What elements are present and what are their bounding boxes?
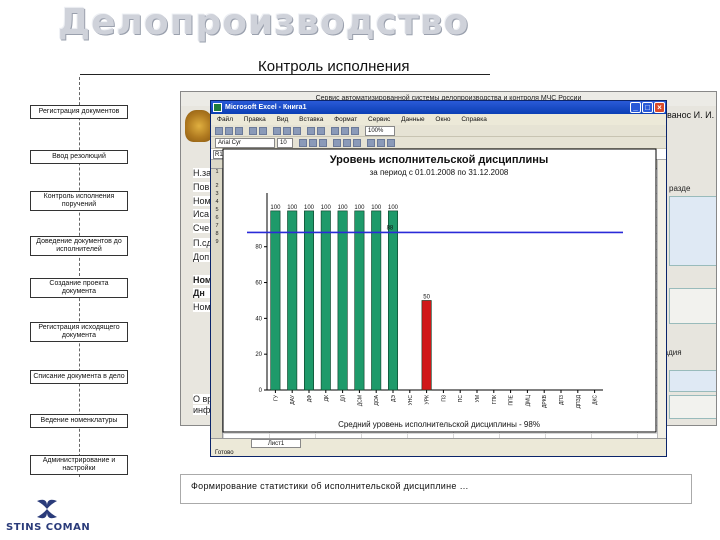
emblem-icon (185, 110, 213, 142)
flow-step-archive[interactable]: Списание документа в дело (30, 370, 128, 384)
chart-subtitle: за период с 01.01.2008 по 31.12.2008 (370, 168, 509, 177)
status-bar: Готово (211, 448, 666, 456)
app-right-box (669, 288, 716, 324)
app-right-list[interactable] (669, 370, 716, 392)
x-tick-label: УРК (425, 395, 431, 405)
chart-bar (354, 210, 365, 391)
app-side-item[interactable]: Ном (193, 275, 211, 285)
x-tick-label: УНС (408, 395, 414, 406)
chart-bar (320, 210, 331, 391)
flow-step-label: Администрирование и настройки (42, 457, 116, 472)
chart-title: Уровень исполнительской дисциплины (330, 154, 549, 166)
x-tick-label: ДОА (374, 394, 380, 405)
average-label: 88 (387, 225, 394, 231)
chart-bar (421, 300, 432, 391)
bar-data-label: 100 (270, 205, 281, 211)
chart-bar (387, 210, 399, 391)
bar-data-label: 100 (388, 205, 399, 211)
y-tick-label: 40 (255, 316, 262, 322)
bar-data-label: 100 (321, 205, 332, 211)
app-side-item[interactable]: инф (193, 405, 211, 415)
discipline-chart[interactable]: Уровень исполнительской дисциплины за пер… (211, 101, 658, 438)
app-right-item[interactable]: разде (669, 184, 690, 193)
x-tick-label: ДКС (593, 395, 599, 405)
x-tick-label: ДПЗ (559, 395, 565, 405)
app-side-item[interactable]: Ном (193, 196, 211, 206)
flow-step-registration[interactable]: Регистрация документов (30, 105, 128, 119)
flow-step-control[interactable]: Контроль исполнения поручений (30, 191, 128, 211)
x-tick-label: ГУ (273, 394, 279, 401)
flow-step-admin[interactable]: Администрирование и настройки (30, 455, 128, 475)
flow-step-label: Создание проекта документа (49, 280, 109, 295)
x-tick-label: ДК (324, 395, 330, 401)
app-right-list[interactable] (669, 196, 716, 266)
x-tick-label: ДАУ (290, 394, 296, 405)
y-tick-label: 20 (255, 352, 262, 358)
slide-title: Делопроизводство (58, 2, 470, 43)
x-tick-label: ППЕ (509, 394, 515, 405)
excel-window: Microsoft Excel - Книга1 _ □ × Файл Прав… (210, 100, 667, 457)
flow-step-label: Контроль исполнения поручений (43, 193, 115, 208)
logo-text: STINS COMAN (6, 522, 91, 533)
bar-data-label: 50 (423, 294, 430, 300)
x-tick-label: ПЗ (441, 395, 447, 402)
app-side-item[interactable]: Пов (193, 182, 211, 192)
flow-step-nomenclature[interactable]: Ведение номенклатуры (30, 414, 128, 428)
slide-subtitle: Контроль исполнения (258, 58, 410, 75)
x-tick-label: ПС (458, 395, 464, 403)
y-tick-label: 80 (255, 245, 262, 251)
chart-bar (371, 210, 382, 391)
x-tick-label: УМ (475, 395, 481, 402)
sheet-tabs: Лист1 (211, 438, 666, 448)
x-tick-label: ДЭ (391, 395, 397, 402)
sheet-tab-1[interactable]: Лист1 (251, 439, 301, 448)
bar-data-label: 100 (338, 205, 349, 211)
app-side-item[interactable]: Доп (193, 252, 211, 262)
app-side-item[interactable]: О вр (193, 394, 211, 404)
app-side-item[interactable]: Иса (193, 209, 211, 219)
y-tick-label: 60 (255, 281, 262, 287)
app-right-box (669, 395, 716, 419)
chart-bar (287, 210, 298, 391)
x-tick-label: ДРКВ (542, 394, 548, 408)
flow-step-label: Регистрация документов (38, 108, 120, 115)
chart-bar (270, 210, 281, 391)
flow-step-delivery[interactable]: Доведение документов до исполнителей (30, 236, 128, 256)
vertical-scrollbar[interactable] (657, 160, 666, 440)
app-side-item[interactable]: Ном (193, 302, 211, 312)
x-tick-label: ГПК (492, 395, 498, 404)
flow-step-resolutions[interactable]: Ввод резолюций (30, 150, 128, 164)
flow-step-outgoing[interactable]: Регистрация исходящего документа (30, 322, 128, 342)
caption-text: Формирование статистики об исполнительск… (191, 481, 469, 491)
flow-step-draft[interactable]: Создание проекта документа (30, 278, 128, 298)
flow-step-label: Доведение документов до исполнителей (36, 238, 122, 253)
chart-bar (337, 210, 348, 391)
user-name: ванос И. И. (667, 110, 715, 120)
flow-step-label: Ввод резолюций (52, 153, 106, 160)
app-side-item[interactable]: Н.за (193, 168, 211, 178)
slide-caption: Формирование статистики об исполнительск… (180, 474, 692, 504)
bar-data-label: 100 (371, 205, 382, 211)
subtitle-underline (80, 74, 490, 75)
app-side-item[interactable]: Дн (193, 288, 211, 298)
x-tick-label: ДЛ (341, 395, 347, 402)
bar-data-label: 100 (304, 205, 315, 211)
stins-coman-logo-icon (37, 499, 57, 519)
x-tick-label: ДМЦ (525, 395, 531, 407)
x-tick-label: ДПЗД (576, 394, 582, 408)
flow-step-label: Списание документа в дело (33, 373, 125, 380)
chart-bar (303, 210, 315, 391)
flow-step-label: Ведение номенклатуры (40, 417, 118, 424)
chart-footer: Средний уровень исполнительской дисципли… (338, 420, 540, 429)
app-side-item[interactable]: П.сд (193, 238, 211, 248)
x-tick-label: ДСМ (357, 395, 363, 406)
bar-data-label: 100 (287, 205, 298, 211)
app-side-item[interactable]: Сче (193, 223, 211, 233)
bar-data-label: 100 (354, 205, 365, 211)
flow-step-label: Регистрация исходящего документа (38, 324, 120, 339)
x-tick-label: ДФ (307, 395, 313, 402)
